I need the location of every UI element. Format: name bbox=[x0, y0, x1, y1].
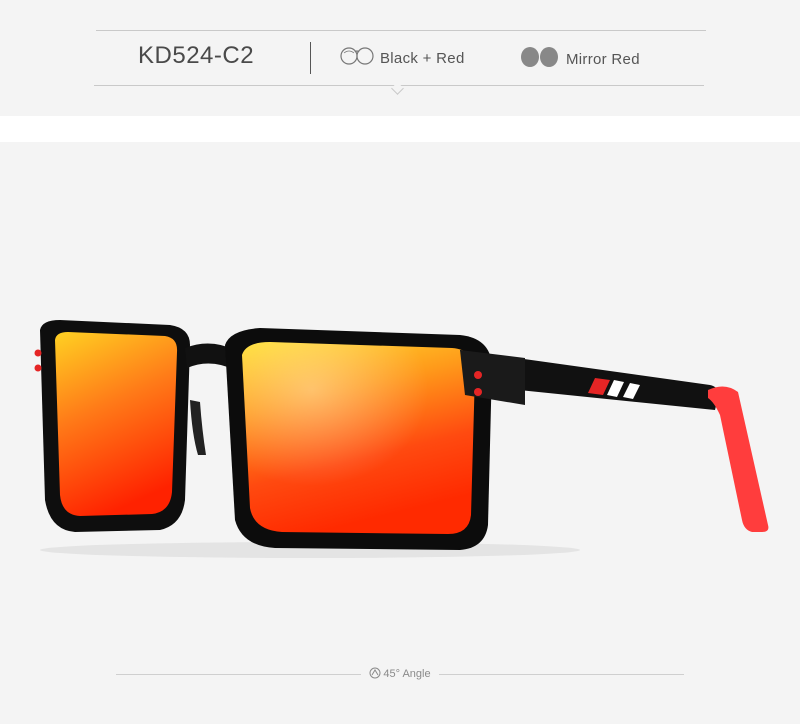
rivet-right-2 bbox=[474, 388, 482, 396]
rivet-right-1 bbox=[474, 371, 482, 379]
rivet-left-2 bbox=[34, 364, 42, 372]
angle-icon bbox=[369, 667, 381, 682]
sunglasses-image bbox=[20, 170, 780, 595]
angle-line-right bbox=[438, 673, 684, 675]
lens-shine bbox=[242, 342, 476, 534]
lens-color-spec: Mirror Red bbox=[520, 46, 640, 72]
nose-pad bbox=[190, 400, 206, 455]
header-rule-top bbox=[96, 30, 706, 31]
angle-line-left bbox=[116, 673, 362, 675]
frame-outline-icon bbox=[340, 46, 374, 70]
frame-color-label: Black + Red bbox=[380, 49, 465, 67]
left-lens bbox=[55, 332, 178, 516]
angle-label: 45° Angle bbox=[369, 667, 431, 682]
frame-color-spec: Black + Red bbox=[340, 46, 465, 70]
section-gap bbox=[0, 116, 800, 142]
lens-filled-icon bbox=[520, 46, 560, 72]
header-divider bbox=[310, 42, 311, 74]
temple-tip bbox=[708, 386, 769, 532]
angle-text: 45° Angle bbox=[383, 668, 431, 680]
model-code: KD524-C2 bbox=[138, 42, 255, 69]
angle-caption: 45° Angle bbox=[0, 664, 800, 684]
rivet-left-1 bbox=[34, 349, 42, 357]
lens-color-label: Mirror Red bbox=[566, 50, 640, 68]
